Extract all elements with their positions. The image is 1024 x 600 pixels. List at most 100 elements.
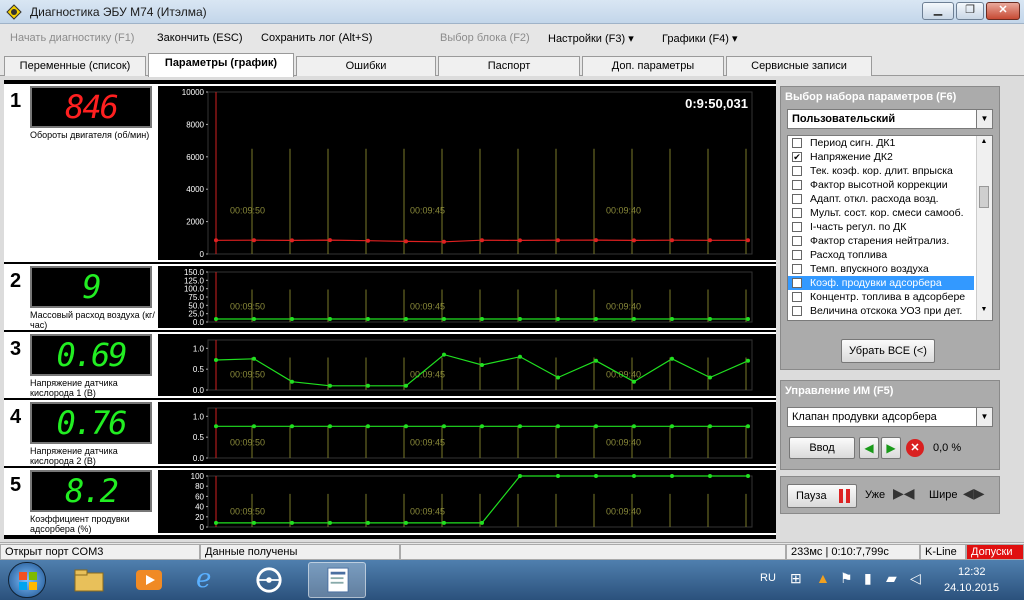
settings-menu[interactable]: Настройки (F3) ▾ [548,32,634,45]
volume-icon[interactable]: ◁ [910,570,921,587]
checkbox[interactable]: ✔ [792,152,802,162]
o2-sensor-2-plot[interactable]: 1.0 0.5 0.0 00:09:50 00:09:45 00:09:40 [158,402,776,464]
checkbox[interactable] [792,292,802,302]
time-label: 00:09:40 [606,302,641,312]
param-list-item[interactable]: Расход топлива [788,248,992,262]
checkbox[interactable] [792,236,802,246]
airflow-plot[interactable]: 150.0 125.0 100.0 75.0 50.0 25.0 0.0 00:09:50 00… [158,266,776,328]
checkbox[interactable]: ✔ [792,278,802,288]
battery-icon[interactable]: ▮ [864,570,872,587]
tab-extra-params[interactable]: Доп. параметры [582,56,724,76]
time-label: 00:09:40 [606,370,641,380]
scroll-up-icon[interactable]: ▲ [979,138,989,148]
checkbox[interactable] [792,166,802,176]
rpm-plot[interactable]: 10000 8000 6000 4000 2000 0 00:09:50 00:09:45 00… [158,86,776,260]
param-list-item[interactable]: Величина отскока УОЗ при дет. [788,304,992,318]
decrease-icon[interactable]: ◀ [859,437,879,459]
checkbox[interactable] [792,264,802,274]
save-log-button[interactable]: Сохранить лог (Alt+S) [261,32,372,44]
data-point [214,424,218,429]
time-label: 00:09:40 [606,206,641,216]
param-list-item[interactable]: Адапт. откл. расхода возд. [788,192,992,206]
rpm-display: 846 [30,86,152,128]
action-center-icon[interactable]: ⊞ [790,570,802,587]
scroll-thumb[interactable] [979,186,989,208]
select-block-button[interactable]: Выбор блока (F2) [440,32,530,44]
chevron-down-icon[interactable]: ▼ [976,110,992,128]
purge-coef-plot[interactable]: 100 80 60 40 20 0 00:09:50 00:09:45 00:09:40 [158,470,776,533]
minimize-button[interactable]: ▁ [922,2,954,20]
param-list-item[interactable]: Мульт. сост. кор. смеси самооб. [788,206,992,220]
actuator-select[interactable]: Клапан продувки адсорбера ▼ [787,407,993,427]
tab-passport[interactable]: Паспорт [438,56,580,76]
pause-label: Пауза [796,490,827,502]
increase-icon[interactable]: ▶ [881,437,901,459]
taskbar-explorer[interactable] [60,562,118,598]
param-list-item[interactable]: ✔ Коэф. продувки адсорбера [788,276,974,290]
param-list-item-label: Коэф. продувки адсорбера [810,277,942,289]
language-indicator[interactable]: RU [760,572,776,584]
data-point [594,238,598,243]
stop-icon[interactable]: ✕ [906,439,924,457]
graphs-menu[interactable]: Графики (F4) ▾ [662,32,738,45]
start-button[interactable] [8,562,46,598]
param-list-item[interactable]: I-часть регул. по ДК [788,220,992,234]
close-button[interactable]: ✕ [986,2,1020,20]
y-tick-label: 0 [200,523,205,532]
param-list[interactable]: Период сигн. ДК1 ✔ Напряжение ДК2 Тек. коэф… [787,135,993,321]
maximize-button[interactable]: ❐ [956,2,984,20]
tab-errors[interactable]: Ошибки [296,56,436,76]
pause-button[interactable]: Пауза [787,484,857,508]
param-list-item-label: Фактор старения нейтрализ. [810,235,950,247]
param-list-item[interactable]: ✔ Напряжение ДК2 [788,150,992,164]
data-point [442,520,446,525]
chevron-down-icon[interactable]: ▼ [976,408,992,426]
network-icon[interactable]: ▰ [886,570,897,587]
param-list-item[interactable]: Фактор старения нейтрализ. [788,234,992,248]
checkbox[interactable] [792,306,802,316]
stop-button[interactable]: Закончить (ESC) [157,32,243,44]
list-scrollbar[interactable]: ▲ ▼ [976,136,992,320]
taskbar-browser[interactable]: e [180,562,238,598]
param-list-item-label: Период сигн. ДК1 [810,137,896,149]
notification-icon[interactable]: ▲ [816,570,830,586]
param-list-item[interactable]: Фактор высотной коррекции [788,178,992,192]
checkbox[interactable] [792,194,802,204]
checkbox[interactable] [792,250,802,260]
param-list-item[interactable]: Тек. коэф. кор. длит. впрыска [788,164,992,178]
scroll-down-icon[interactable]: ▼ [979,306,989,316]
data-point [670,474,674,478]
flag-icon[interactable]: ⚑ [840,570,853,587]
tab-variables-list[interactable]: Переменные (список) [4,56,146,76]
taskbar-active-app[interactable] [308,562,366,598]
wide-icon[interactable]: ◀▶ [963,485,985,502]
data-point [404,383,408,388]
tab-service-records[interactable]: Сервисные записи [726,56,872,76]
o2-sensor-1-plot[interactable]: 1.0 0.5 0.0 00:09:50 00:09:45 00:09:40 [158,334,776,396]
clock-time[interactable]: 12:32 [958,566,986,578]
checkbox[interactable] [792,208,802,218]
checkbox[interactable] [792,138,802,148]
narrow-icon[interactable]: ▶◀ [893,485,915,502]
checkbox[interactable] [792,222,802,232]
clear-all-button[interactable]: Убрать ВСЕ (<) [841,339,935,363]
param-list-item[interactable]: Концентр. топлива в адсорбере [788,290,992,304]
tolerances-badge[interactable]: Допуски [966,544,1024,560]
clock-date[interactable]: 24.10.2015 [944,582,999,594]
tab-parameters-graph[interactable]: Параметры (график) [148,53,294,77]
start-diagnostics-button[interactable]: Начать диагностику (F1) [10,32,134,44]
enter-button[interactable]: Ввод [789,437,855,459]
data-point [404,424,408,429]
data-point [556,375,560,380]
param-row-1: 1 846 Обороты двигателя (об/мин) 10000 80… [4,84,776,262]
data-point [290,424,294,429]
param-list-item[interactable]: Период сигн. ДК1 [788,136,992,150]
param-list-item[interactable]: Темп. впускного воздуха [788,262,992,276]
data-point [404,520,408,525]
param-list-item-label: Концентр. топлива в адсорбере [810,291,966,303]
taskbar-media-player[interactable] [120,562,178,598]
pause-icon [846,489,850,503]
preset-select[interactable]: Пользовательский ▼ [787,109,993,129]
taskbar-diagnostics[interactable] [240,562,298,598]
checkbox[interactable] [792,180,802,190]
